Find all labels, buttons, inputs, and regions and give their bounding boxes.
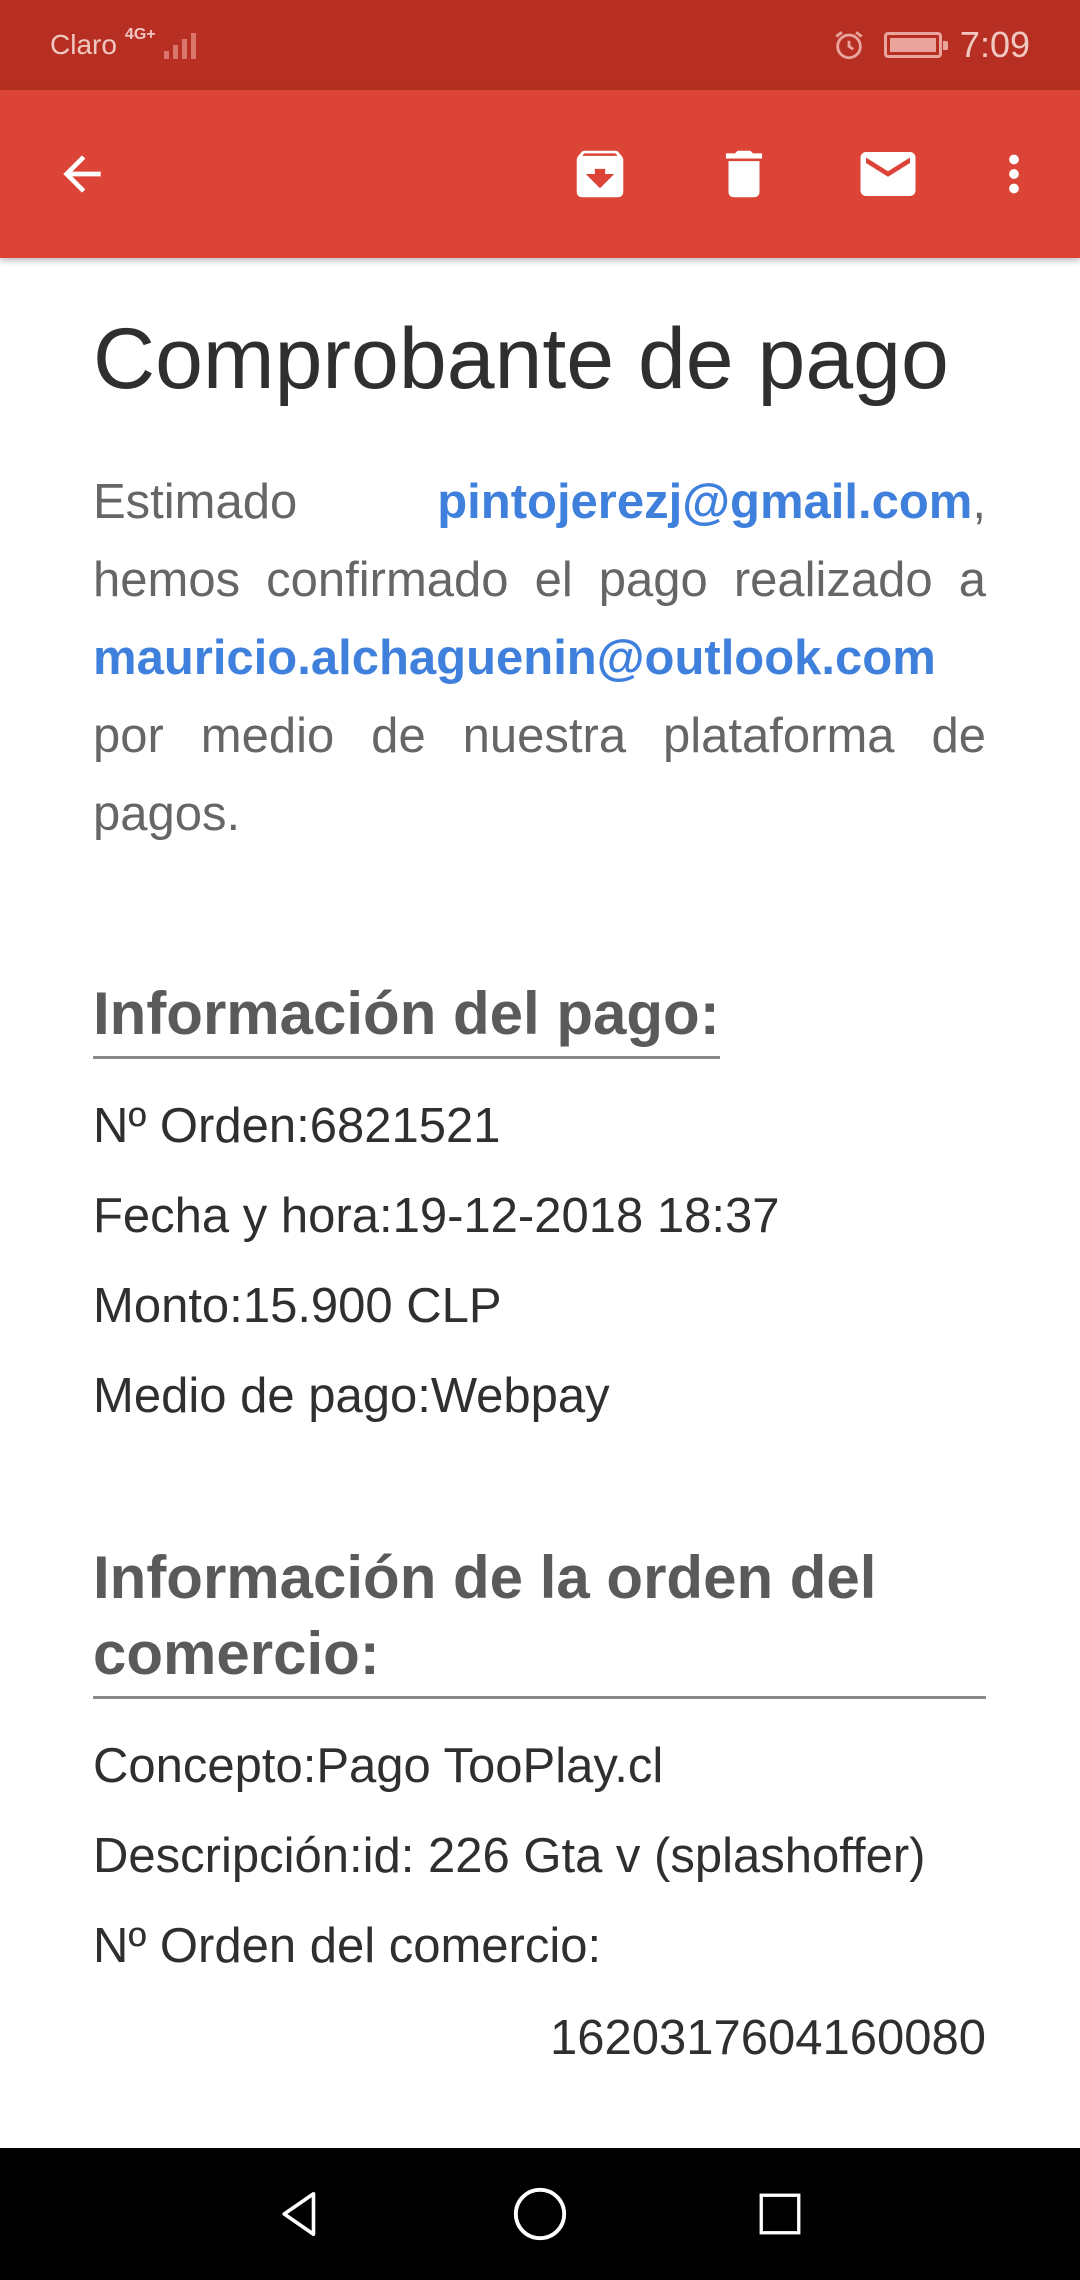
description-row: Descripción:id: 226 Gta v (splashoffer)	[93, 1828, 926, 1884]
order-value: 6821521	[309, 1099, 501, 1153]
battery-icon	[883, 32, 948, 58]
concept-row: Concepto:Pago TooPlay.cl	[93, 1738, 663, 1794]
alarm-icon	[835, 31, 863, 60]
carrier-name: Claro	[50, 29, 117, 60]
comma: ,	[972, 475, 986, 529]
payment-method-row: Medio de pago:Webpay	[93, 1368, 610, 1424]
network-type: 4G+	[124, 26, 156, 43]
platform-text: por medio de nuestra plataforma de pagos…	[93, 709, 986, 841]
description-value: id: 226 Gta v (splashoffer)	[362, 1829, 926, 1883]
merchant-order-label: Nº Orden del comercio:	[93, 1919, 602, 1973]
signal-icon	[163, 31, 196, 59]
merchant-order-value: 1620317604160080	[549, 2011, 986, 2065]
status-right: 7:09	[832, 24, 1030, 66]
confirmed-text: hemos confirmado el pago realizado a	[93, 553, 986, 607]
description-label: Descripción:	[93, 1829, 363, 1883]
arrow-back-icon[interactable]	[32, 124, 132, 224]
intro-paragraph: Estimado pintojerezj@gmail.com, hemos co…	[93, 463, 986, 853]
delete-icon[interactable]	[694, 124, 794, 224]
amount-label: Monto:	[93, 1279, 243, 1333]
method-value: Webpay	[430, 1369, 610, 1423]
merchant-info-heading: Información de la orden del comercio:	[93, 1540, 986, 1699]
amount-value: 15.900 CLP	[242, 1279, 502, 1333]
date-label: Fecha y hora:	[93, 1189, 393, 1243]
nav-recents-icon[interactable]	[740, 2174, 820, 2254]
concept-label: Concepto:	[93, 1739, 317, 1793]
order-label: Nº Orden:	[93, 1099, 310, 1153]
order-number-row: Nº Orden:6821521	[93, 1098, 500, 1154]
greeting-word: Estimado	[93, 475, 298, 529]
status-time: 7:09	[959, 24, 1030, 65]
sender-email-link[interactable]: pintojerezj@gmail.com	[437, 475, 972, 529]
concept-value: Pago TooPlay.cl	[316, 1739, 664, 1793]
system-nav-bar	[0, 2148, 1080, 2280]
amount-row: Monto:15.900 CLP	[93, 1278, 502, 1334]
status-bar: Claro 4G+ 7:09	[0, 0, 1080, 90]
status-left: Claro 4G+	[50, 26, 196, 61]
email-toolbar	[0, 90, 1080, 258]
merchant-email-link[interactable]: mauricio.alchaguenin@outlook.com	[93, 631, 936, 685]
date-row: Fecha y hora:19-12-2018 18:37	[93, 1188, 780, 1244]
nav-home-icon[interactable]	[500, 2174, 580, 2254]
email-title: Comprobante de pago	[93, 311, 949, 407]
payment-info-heading: Información del pago:	[93, 976, 720, 1059]
more-vert-icon[interactable]	[964, 124, 1064, 224]
mail-icon[interactable]	[838, 124, 938, 224]
nav-back-icon[interactable]	[260, 2174, 340, 2254]
archive-icon[interactable]	[550, 124, 650, 224]
date-value: 19-12-2018 18:37	[392, 1189, 780, 1243]
method-label: Medio de pago:	[93, 1369, 431, 1423]
